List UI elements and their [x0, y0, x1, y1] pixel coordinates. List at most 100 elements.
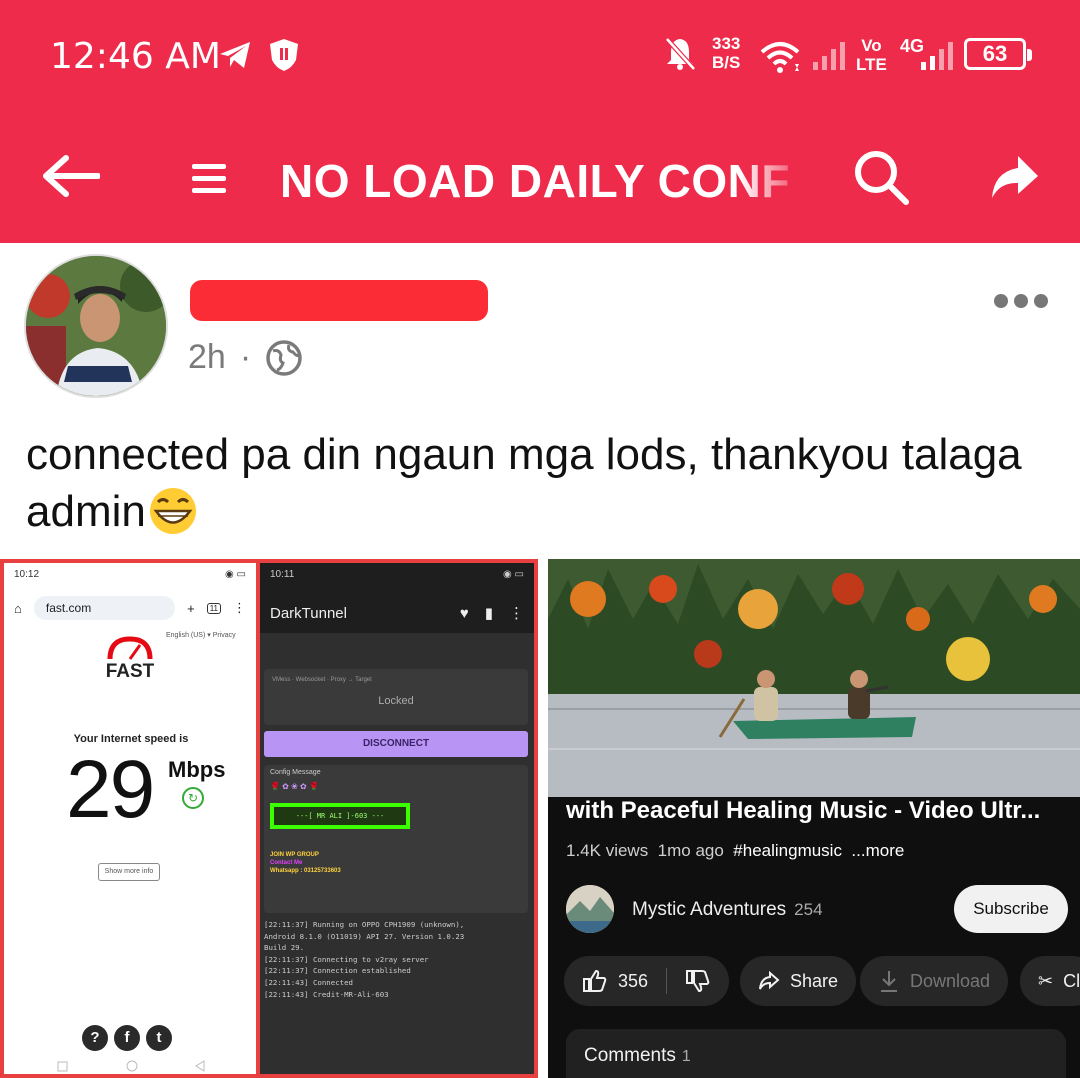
fast-gauge-icon — [107, 636, 153, 660]
battery-indicator: 63 — [964, 38, 1032, 70]
scissors-icon: ✂ — [1038, 970, 1054, 991]
signal-sim1-icon — [813, 42, 845, 70]
post-meta: 2h · — [188, 338, 303, 377]
like-count: 356 — [618, 970, 649, 991]
mute-bell-icon — [665, 37, 696, 71]
thumbs-down-icon — [686, 970, 710, 993]
title-fade — [740, 140, 810, 210]
wifi-icon — [760, 42, 800, 73]
heart-icon: ♥ — [459, 604, 469, 622]
speed-unit: Mbps — [168, 757, 226, 782]
dt-ad: JOIN WP GROUP Contact Me Whatsapp : 0312… — [270, 851, 341, 875]
status-time: 12:46 AM — [50, 36, 221, 77]
video-title[interactable]: with Peaceful Healing Music - Video Ultr… — [566, 797, 1076, 825]
comments-count: 1 — [681, 1048, 691, 1065]
dt-ad-group: JOIN WP GROUP — [270, 852, 319, 858]
video-thumbnail — [548, 559, 1080, 797]
subscriber-count: 254 — [794, 900, 823, 919]
speed-value: 29 — [66, 744, 155, 835]
mini-status-bar: 10:12 ◉ ▭ — [4, 563, 256, 593]
youtube-screenshot[interactable]: with Peaceful Healing Music - Video Ultr… — [548, 559, 1080, 1078]
tab-count: 11 — [206, 602, 221, 614]
status-bar: 12:46 AM 333 B/S Vo LTE 4G 63 — [0, 0, 1080, 110]
author-name-redacted[interactable] — [190, 280, 488, 321]
channel-name: Mystic Adventures 254 — [632, 899, 823, 920]
thumbs-up-icon — [583, 969, 607, 992]
dt-ad-contact: Contact Me — [270, 860, 303, 866]
yt-share-icon — [759, 971, 780, 990]
browser-menu-icon: ⋮ — [233, 600, 246, 615]
download-icon — [881, 971, 897, 992]
share-label: Share — [790, 970, 839, 991]
fast-lang: English (US) ▾ Privacy — [166, 632, 236, 639]
avatar-photo — [26, 256, 166, 396]
darktunnel-screenshot[interactable]: 10:11 ◉ ▭ DarkTunnel ♥ ▮ ⋮ VMess · Webso… — [258, 559, 538, 1078]
video-more: ...more — [851, 841, 905, 860]
mini-nav-bar — [57, 1060, 205, 1072]
dt-time: 10:11 — [270, 569, 295, 580]
back-arrow-icon[interactable] — [42, 154, 100, 198]
download-label: Download — [910, 970, 991, 991]
share-chip: Share — [740, 956, 857, 1006]
url-field: fast.com — [33, 596, 176, 620]
volte-indicator: Vo LTE — [856, 36, 887, 74]
dt-config-card: Config Message 🌹 ✿ ❀ ✿ 🌹 — [264, 765, 528, 913]
refresh-icon: ↻ — [182, 787, 204, 809]
new-tab-icon: + — [187, 600, 195, 616]
comments-label: Comments — [584, 1045, 676, 1066]
social-icons: ? f t — [82, 1025, 172, 1051]
dt-locked: Locked — [378, 695, 414, 707]
page-title: NO LOAD DAILY CONF — [280, 155, 790, 207]
dt-status-bar: 10:11 ◉ ▭ — [260, 563, 534, 593]
trash-icon: ▮ — [484, 605, 493, 622]
subscribe-button: Subscribe — [954, 885, 1068, 933]
dt-connection-card: VMess · Websocket · Proxy → Target Locke… — [264, 669, 528, 725]
network-speed: 333 B/S — [712, 34, 741, 72]
more-options-icon[interactable] — [994, 294, 1048, 308]
globe-icon — [266, 339, 302, 376]
video-age: 1mo ago — [657, 841, 724, 860]
dt-menu-icon: ⋮ — [509, 605, 524, 622]
help-icon: ? — [82, 1025, 108, 1051]
search-icon[interactable] — [852, 148, 912, 208]
signal-sim2-icon — [921, 42, 953, 70]
dt-config-label: Config Message — [270, 769, 321, 776]
facebook-icon: f — [114, 1025, 140, 1051]
twitter-icon: t — [146, 1025, 172, 1051]
grinning-emoji-icon — [149, 488, 196, 534]
app-bar: NO LOAD DAILY CONF — [0, 110, 1080, 243]
disconnect-button: DISCONNECT — [264, 731, 528, 757]
clip-chip: ✂ Cl — [1020, 956, 1080, 1006]
dt-battery-icon: ◉ ▭ — [503, 569, 524, 580]
mini-battery-icon: ◉ ▭ — [225, 569, 246, 580]
avatar[interactable] — [24, 254, 168, 398]
comments-panel: Comments 1 — [566, 1029, 1066, 1078]
menu-icon[interactable] — [192, 162, 228, 194]
fast-com-screenshot[interactable]: 10:12 ◉ ▭ ⌂ fast.com + 11 ⋮ English (US)… — [0, 559, 258, 1078]
like-chip: 356 — [564, 956, 730, 1006]
channel-avatar — [566, 885, 614, 933]
dt-header: DarkTunnel ♥ ▮ ⋮ — [260, 593, 534, 633]
share-icon[interactable] — [990, 154, 1040, 200]
mini-time: 10:12 — [14, 569, 40, 580]
dt-config-box: ---[ MR ALI ]-603 --- — [270, 803, 410, 829]
dt-ad-whatsapp: Whatsapp : 03125733603 — [270, 868, 341, 874]
shield-icon — [270, 39, 298, 71]
video-views: 1.4K views — [566, 841, 649, 860]
show-more-info-button: Show more info — [98, 863, 160, 881]
post-time: 2h — [188, 338, 226, 376]
dt-log: [22:11:37] Running on OPPO CPH1909 (unkn… — [264, 920, 465, 999]
home-icon: ⌂ — [14, 600, 22, 616]
lake-canoe-image — [548, 559, 1080, 797]
fast-logo: FAST — [102, 635, 158, 683]
telegram-icon — [220, 42, 250, 68]
dt-config-emojis: 🌹 ✿ ❀ ✿ 🌹 — [270, 782, 319, 791]
clip-label: Cl — [1063, 970, 1080, 991]
meta-separator: · — [239, 338, 252, 376]
download-chip: Download — [860, 956, 1009, 1006]
dt-app-name: DarkTunnel — [270, 604, 347, 622]
video-meta: 1.4K views 1mo ago #healingmusic ...more — [566, 841, 904, 861]
browser-url-bar: ⌂ fast.com + 11 ⋮ — [4, 593, 256, 623]
post-text: connected pa din ngaun mga lods, thankyo… — [26, 426, 1056, 540]
video-tag: #healingmusic — [733, 841, 842, 860]
